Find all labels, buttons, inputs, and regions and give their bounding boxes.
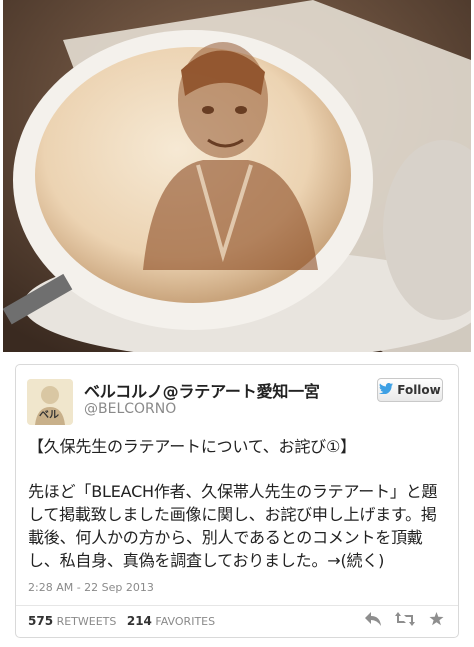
tweet-actions <box>365 612 444 630</box>
follow-button[interactable]: Follow <box>377 378 443 402</box>
latte-art-image <box>3 0 471 352</box>
avatar[interactable]: ベル <box>27 379 73 425</box>
latte-art-photo <box>3 0 471 352</box>
twitter-bird-icon <box>379 382 394 398</box>
divider <box>16 605 458 606</box>
retweets-count[interactable]: 575 <box>28 614 53 628</box>
tweet-stats: 575 RETWEETS 214 FAVORITES <box>28 614 215 628</box>
tweet-line-1: 【久保先生のラテアートについて、お詫び①】 <box>28 437 356 456</box>
favorite-star-icon[interactable] <box>429 612 444 630</box>
favorites-label: FAVORITES <box>155 615 216 628</box>
reply-icon[interactable] <box>365 612 381 630</box>
retweets-label: RETWEETS <box>56 615 117 628</box>
favorites-count[interactable]: 214 <box>127 614 152 628</box>
tweet-timestamp[interactable]: 2:28 AM - 22 Sep 2013 <box>28 581 154 594</box>
user-handle[interactable]: @BELCORNO <box>84 401 176 417</box>
tweet-card: ベル ベルコルノ@ラテアート愛知一宮 @BELCORNO Follow 【久保先… <box>15 364 459 638</box>
tweet-text: 【久保先生のラテアートについて、お詫び①】 先ほど「BLEACH作者、久保帯人先… <box>28 435 448 572</box>
tweet-line-2: 先ほど「BLEACH作者、久保帯人先生のラテアート」と題して掲載致しました画像に… <box>28 482 438 570</box>
display-name[interactable]: ベルコルノ@ラテアート愛知一宮 <box>84 378 320 402</box>
follow-label: Follow <box>397 383 441 397</box>
avatar-text: ベル <box>39 410 59 421</box>
retweet-icon[interactable] <box>395 612 415 630</box>
